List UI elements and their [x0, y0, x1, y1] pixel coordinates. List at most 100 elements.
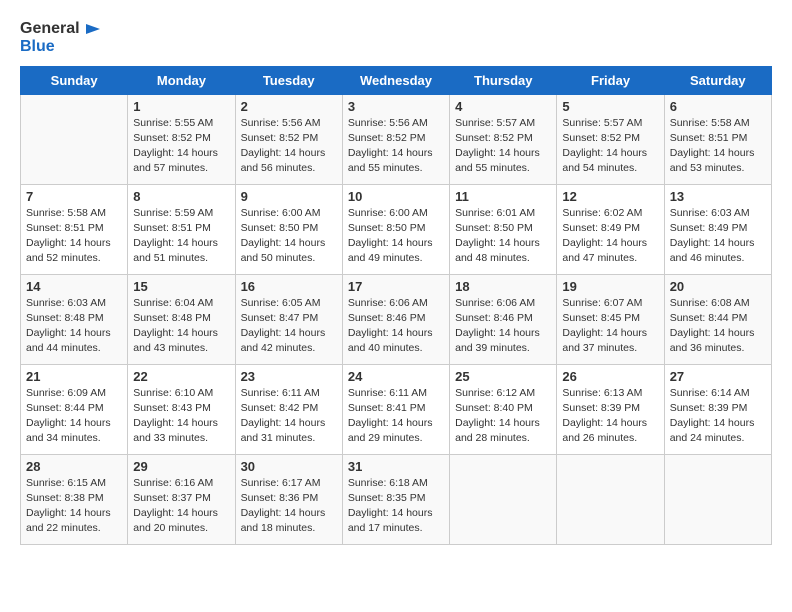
cell-content: Sunrise: 6:05 AM Sunset: 8:47 PM Dayligh…	[241, 296, 337, 357]
calendar-cell: 4 Sunrise: 5:57 AM Sunset: 8:52 PM Daylig…	[450, 94, 557, 184]
day-number: 14	[26, 279, 122, 294]
calendar-cell	[664, 454, 771, 544]
day-number: 22	[133, 369, 229, 384]
cell-content: Sunrise: 5:56 AM Sunset: 8:52 PM Dayligh…	[241, 116, 337, 177]
day-number: 18	[455, 279, 551, 294]
day-number: 8	[133, 189, 229, 204]
cell-content: Sunrise: 6:17 AM Sunset: 8:36 PM Dayligh…	[241, 476, 337, 537]
calendar-week-4: 21 Sunrise: 6:09 AM Sunset: 8:44 PM Dayli…	[21, 364, 772, 454]
calendar-cell: 15Sunrise: 6:04 AM Sunset: 8:48 PM Dayli…	[128, 274, 235, 364]
day-number: 24	[348, 369, 444, 384]
cell-content: Sunrise: 6:08 AM Sunset: 8:44 PM Dayligh…	[670, 296, 766, 357]
calendar-cell: 2 Sunrise: 5:56 AM Sunset: 8:52 PM Daylig…	[235, 94, 342, 184]
day-number: 21	[26, 369, 122, 384]
day-number: 23	[241, 369, 337, 384]
cell-content: Sunrise: 6:14 AM Sunset: 8:39 PM Dayligh…	[670, 386, 766, 447]
cell-content: Sunrise: 6:18 AM Sunset: 8:35 PM Dayligh…	[348, 476, 444, 537]
day-number: 29	[133, 459, 229, 474]
logo: General Blue	[20, 20, 100, 56]
logo-arrow-icon	[82, 20, 100, 38]
cell-content: Sunrise: 6:13 AM Sunset: 8:39 PM Dayligh…	[562, 386, 658, 447]
day-number: 28	[26, 459, 122, 474]
cell-content: Sunrise: 5:58 AM Sunset: 8:51 PM Dayligh…	[670, 116, 766, 177]
day-number: 13	[670, 189, 766, 204]
cell-content: Sunrise: 5:58 AM Sunset: 8:51 PM Dayligh…	[26, 206, 122, 267]
days-header-row: SundayMondayTuesdayWednesdayThursdayFrid…	[21, 66, 772, 94]
logo-text-general: General	[20, 20, 80, 38]
calendar-cell: 14 Sunrise: 6:03 AM Sunset: 8:48 PM Dayli…	[21, 274, 128, 364]
day-number: 31	[348, 459, 444, 474]
cell-content: Sunrise: 6:10 AM Sunset: 8:43 PM Dayligh…	[133, 386, 229, 447]
calendar-cell: 22 Sunrise: 6:10 AM Sunset: 8:43 PM Dayli…	[128, 364, 235, 454]
calendar-cell: 3 Sunrise: 5:56 AM Sunset: 8:52 PM Daylig…	[342, 94, 449, 184]
calendar-cell: 28 Sunrise: 6:15 AM Sunset: 8:38 PM Dayli…	[21, 454, 128, 544]
cell-content: Sunrise: 6:03 AM Sunset: 8:48 PM Dayligh…	[26, 296, 122, 357]
day-number: 3	[348, 99, 444, 114]
calendar-cell: 23 Sunrise: 6:11 AM Sunset: 8:42 PM Dayli…	[235, 364, 342, 454]
cell-content: Sunrise: 6:00 AM Sunset: 8:50 PM Dayligh…	[241, 206, 337, 267]
header: General Blue	[20, 20, 772, 56]
cell-content: Sunrise: 5:56 AM Sunset: 8:52 PM Dayligh…	[348, 116, 444, 177]
day-number: 12	[562, 189, 658, 204]
cell-content: Sunrise: 6:09 AM Sunset: 8:44 PM Dayligh…	[26, 386, 122, 447]
day-number: 2	[241, 99, 337, 114]
calendar-cell: 25 Sunrise: 6:12 AM Sunset: 8:40 PM Dayli…	[450, 364, 557, 454]
cell-content: Sunrise: 5:57 AM Sunset: 8:52 PM Dayligh…	[562, 116, 658, 177]
calendar-cell: 11 Sunrise: 6:01 AM Sunset: 8:50 PM Dayli…	[450, 184, 557, 274]
cell-content: Sunrise: 6:12 AM Sunset: 8:40 PM Dayligh…	[455, 386, 551, 447]
calendar-cell: 5 Sunrise: 5:57 AM Sunset: 8:52 PM Daylig…	[557, 94, 664, 184]
calendar-cell: 6 Sunrise: 5:58 AM Sunset: 8:51 PM Daylig…	[664, 94, 771, 184]
cell-content: Sunrise: 6:07 AM Sunset: 8:45 PM Dayligh…	[562, 296, 658, 357]
day-number: 4	[455, 99, 551, 114]
calendar-cell: 18Sunrise: 6:06 AM Sunset: 8:46 PM Dayli…	[450, 274, 557, 364]
day-number: 10	[348, 189, 444, 204]
calendar-cell: 19Sunrise: 6:07 AM Sunset: 8:45 PM Dayli…	[557, 274, 664, 364]
calendar-cell: 21 Sunrise: 6:09 AM Sunset: 8:44 PM Dayli…	[21, 364, 128, 454]
calendar-cell: 12Sunrise: 6:02 AM Sunset: 8:49 PM Dayli…	[557, 184, 664, 274]
day-number: 7	[26, 189, 122, 204]
calendar-cell: 17Sunrise: 6:06 AM Sunset: 8:46 PM Dayli…	[342, 274, 449, 364]
cell-content: Sunrise: 5:59 AM Sunset: 8:51 PM Dayligh…	[133, 206, 229, 267]
calendar-cell: 27 Sunrise: 6:14 AM Sunset: 8:39 PM Dayli…	[664, 364, 771, 454]
calendar-cell: 31 Sunrise: 6:18 AM Sunset: 8:35 PM Dayli…	[342, 454, 449, 544]
day-number: 16	[241, 279, 337, 294]
day-number: 5	[562, 99, 658, 114]
cell-content: Sunrise: 6:01 AM Sunset: 8:50 PM Dayligh…	[455, 206, 551, 267]
day-number: 25	[455, 369, 551, 384]
cell-content: Sunrise: 5:55 AM Sunset: 8:52 PM Dayligh…	[133, 116, 229, 177]
day-number: 30	[241, 459, 337, 474]
calendar-cell: 26Sunrise: 6:13 AM Sunset: 8:39 PM Dayli…	[557, 364, 664, 454]
cell-content: Sunrise: 6:16 AM Sunset: 8:37 PM Dayligh…	[133, 476, 229, 537]
calendar-cell: 13Sunrise: 6:03 AM Sunset: 8:49 PM Dayli…	[664, 184, 771, 274]
calendar-cell: 1 Sunrise: 5:55 AM Sunset: 8:52 PM Daylig…	[128, 94, 235, 184]
calendar-cell: 9 Sunrise: 6:00 AM Sunset: 8:50 PM Daylig…	[235, 184, 342, 274]
day-number: 6	[670, 99, 766, 114]
calendar-cell: 20 Sunrise: 6:08 AM Sunset: 8:44 PM Dayli…	[664, 274, 771, 364]
calendar-cell: 29 Sunrise: 6:16 AM Sunset: 8:37 PM Dayli…	[128, 454, 235, 544]
logo-text-blue: Blue	[20, 38, 55, 56]
calendar-week-5: 28 Sunrise: 6:15 AM Sunset: 8:38 PM Dayli…	[21, 454, 772, 544]
calendar-week-2: 7 Sunrise: 5:58 AM Sunset: 8:51 PM Daylig…	[21, 184, 772, 274]
day-header-thursday: Thursday	[450, 66, 557, 94]
day-number: 9	[241, 189, 337, 204]
cell-content: Sunrise: 5:57 AM Sunset: 8:52 PM Dayligh…	[455, 116, 551, 177]
calendar-week-1: 1 Sunrise: 5:55 AM Sunset: 8:52 PM Daylig…	[21, 94, 772, 184]
cell-content: Sunrise: 6:04 AM Sunset: 8:48 PM Dayligh…	[133, 296, 229, 357]
day-header-saturday: Saturday	[664, 66, 771, 94]
cell-content: Sunrise: 6:06 AM Sunset: 8:46 PM Dayligh…	[348, 296, 444, 357]
day-header-wednesday: Wednesday	[342, 66, 449, 94]
day-number: 27	[670, 369, 766, 384]
calendar-cell	[21, 94, 128, 184]
calendar-week-3: 14 Sunrise: 6:03 AM Sunset: 8:48 PM Dayli…	[21, 274, 772, 364]
calendar-cell	[557, 454, 664, 544]
day-header-sunday: Sunday	[21, 66, 128, 94]
day-number: 11	[455, 189, 551, 204]
calendar-table: SundayMondayTuesdayWednesdayThursdayFrid…	[20, 66, 772, 545]
day-number: 20	[670, 279, 766, 294]
cell-content: Sunrise: 6:11 AM Sunset: 8:42 PM Dayligh…	[241, 386, 337, 447]
calendar-cell: 16 Sunrise: 6:05 AM Sunset: 8:47 PM Dayli…	[235, 274, 342, 364]
day-number: 1	[133, 99, 229, 114]
calendar-cell: 8 Sunrise: 5:59 AM Sunset: 8:51 PM Daylig…	[128, 184, 235, 274]
cell-content: Sunrise: 6:15 AM Sunset: 8:38 PM Dayligh…	[26, 476, 122, 537]
calendar-cell: 30 Sunrise: 6:17 AM Sunset: 8:36 PM Dayli…	[235, 454, 342, 544]
